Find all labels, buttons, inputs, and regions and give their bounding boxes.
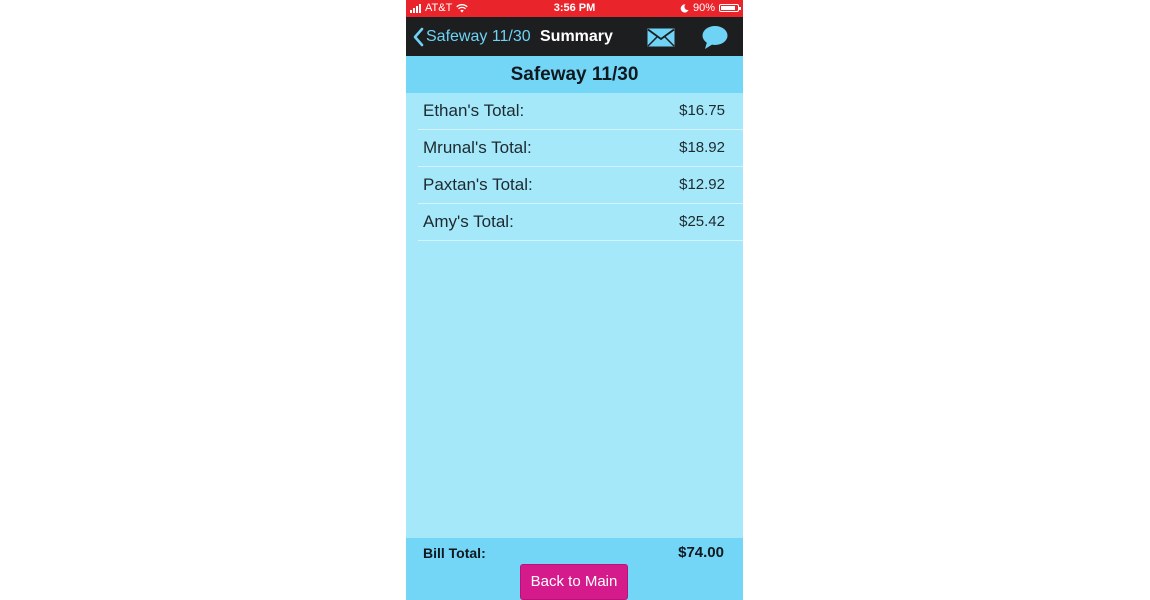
totals-list: Ethan's Total: $16.75 Mrunal's Total: $1… [418,93,743,241]
mail-icon[interactable] [647,28,675,47]
list-item[interactable]: Amy's Total: $25.42 [418,204,743,241]
footer: Bill Total: $74.00 Back to Main [406,538,743,600]
battery-icon [719,4,741,12]
person-total-label: Ethan's Total: [423,101,525,120]
person-total-amount: $18.92 [679,139,725,156]
person-total-label: Amy's Total: [423,212,514,231]
battery-percent: 90% [692,2,715,14]
back-button-label: Safeway 11/30 [426,27,531,45]
list-item[interactable]: Ethan's Total: $16.75 [418,93,743,130]
chevron-left-icon [413,27,424,46]
battery-fill [721,6,736,10]
phone-screen: AT&T 3:56 PM 90% Safeway 11/30 Summary S… [406,0,743,600]
person-total-amount: $12.92 [679,176,725,193]
back-button[interactable]: Safeway 11/30 [412,17,531,56]
person-total-amount: $16.75 [679,102,725,119]
status-bar: AT&T 3:56 PM 90% [406,0,743,17]
person-total-label: Paxtan's Total: [423,175,533,194]
list-item[interactable]: Mrunal's Total: $18.92 [418,130,743,167]
bill-total-label: Bill Total: [423,545,486,561]
person-total-label: Mrunal's Total: [423,138,532,157]
nav-bar: Safeway 11/30 Summary [406,17,743,56]
person-total-amount: $25.42 [679,213,725,230]
chat-bubble-icon[interactable] [702,25,728,50]
bill-header: Safeway 11/30 [406,56,743,93]
page-title: Summary [540,27,613,45]
back-to-main-button[interactable]: Back to Main [520,564,628,600]
status-right: 90% [680,2,741,14]
moon-icon [680,3,689,12]
list-item[interactable]: Paxtan's Total: $12.92 [418,167,743,204]
bill-total-value: $74.00 [678,544,724,561]
